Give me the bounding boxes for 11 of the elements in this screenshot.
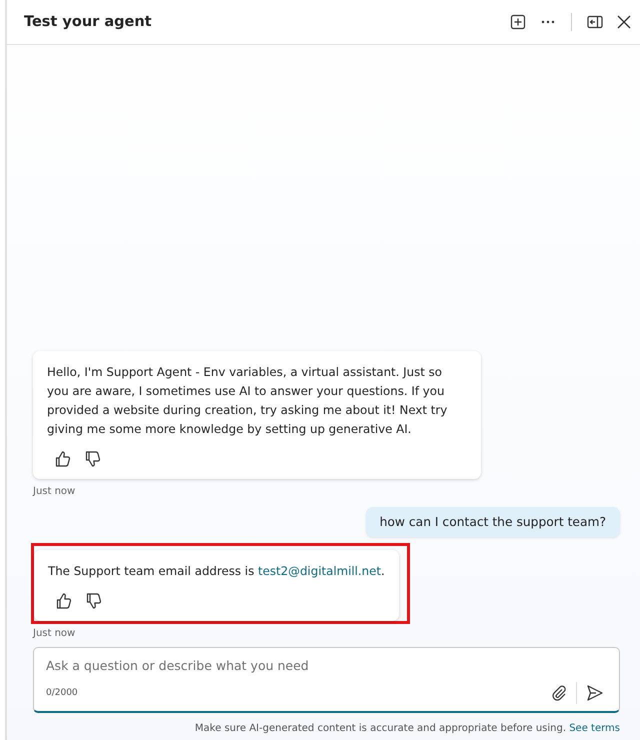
character-counter: 0/2000 [46,688,78,698]
terms-link[interactable]: See terms [569,723,620,734]
window-title: Test your agent [24,14,152,30]
message-input[interactable]: Ask a question or describe what you need [46,658,607,673]
timestamp: Just now [33,486,76,497]
bot-message-text: Hello, I'm Support Agent - Env variables, a virtual assistant. Just so you are aware, I sometimes use AI to answer your questions. If you provided a website during creation, try asking me about it! Next try giving me some more knowledge by setting up generative AI. [47,364,448,438]
email-link[interactable]: test2@digitalmill.net [258,564,382,578]
disclaimer-text: Make sure AI-generated content is accurate and appropriate before using. See terms [194,723,620,734]
user-message: how can I contact the support team? [366,507,620,537]
timestamp: Just now [33,628,76,639]
bot-message-text: The Support team email address is test2@digitalmill.net. [48,563,385,580]
